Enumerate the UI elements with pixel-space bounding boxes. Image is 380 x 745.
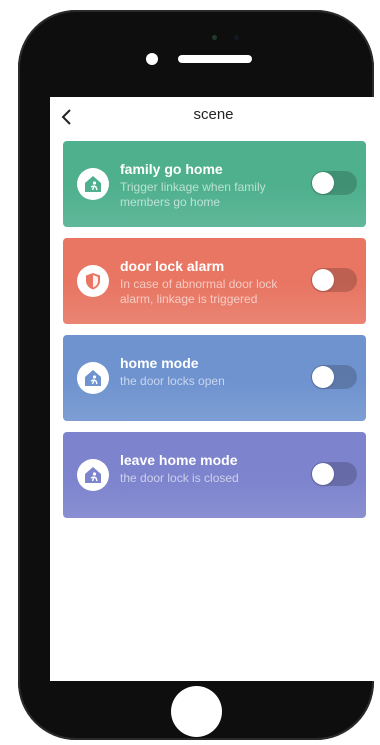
scene-toggle[interactable] bbox=[311, 268, 357, 292]
earpiece-speaker bbox=[178, 55, 252, 63]
scene-description: the door lock is closed bbox=[120, 471, 239, 485]
home-person-icon bbox=[77, 362, 109, 394]
scene-card-leave-home-mode[interactable]: leave home mode the door lock is closed bbox=[63, 432, 366, 518]
scene-description: Trigger linkage when family members go h… bbox=[120, 180, 266, 209]
home-person-icon bbox=[77, 168, 109, 200]
scene-toggle[interactable] bbox=[311, 171, 357, 195]
toggle-knob bbox=[312, 172, 334, 194]
front-sensor bbox=[212, 35, 217, 40]
scene-card-home-mode[interactable]: home mode the door locks open bbox=[63, 335, 366, 421]
scene-title: leave home mode bbox=[120, 452, 238, 468]
scene-title: family go home bbox=[120, 161, 223, 177]
scene-description: In case of abnormal door lock alarm, lin… bbox=[120, 277, 278, 306]
scene-card-door-lock-alarm[interactable]: door lock alarm In case of abnormal door… bbox=[63, 238, 366, 324]
front-camera bbox=[234, 35, 239, 40]
scene-toggle[interactable] bbox=[311, 462, 357, 486]
toggle-knob bbox=[312, 366, 334, 388]
phone-frame: scene family go home Trigger linkage whe… bbox=[18, 10, 377, 740]
scene-toggle[interactable] bbox=[311, 365, 357, 389]
scene-title: door lock alarm bbox=[120, 258, 225, 274]
page-title: scene bbox=[193, 106, 234, 123]
scene-title: home mode bbox=[120, 355, 199, 371]
scene-description: the door locks open bbox=[120, 374, 225, 388]
proximity-sensor bbox=[146, 53, 158, 65]
scene-card-family-go-home[interactable]: family go home Trigger linkage when fami… bbox=[63, 141, 366, 227]
home-person-icon bbox=[77, 459, 109, 491]
toggle-knob bbox=[312, 269, 334, 291]
app-screen: scene family go home Trigger linkage whe… bbox=[50, 97, 377, 681]
toggle-knob bbox=[312, 463, 334, 485]
home-button[interactable] bbox=[171, 686, 222, 737]
shield-icon bbox=[77, 265, 109, 297]
